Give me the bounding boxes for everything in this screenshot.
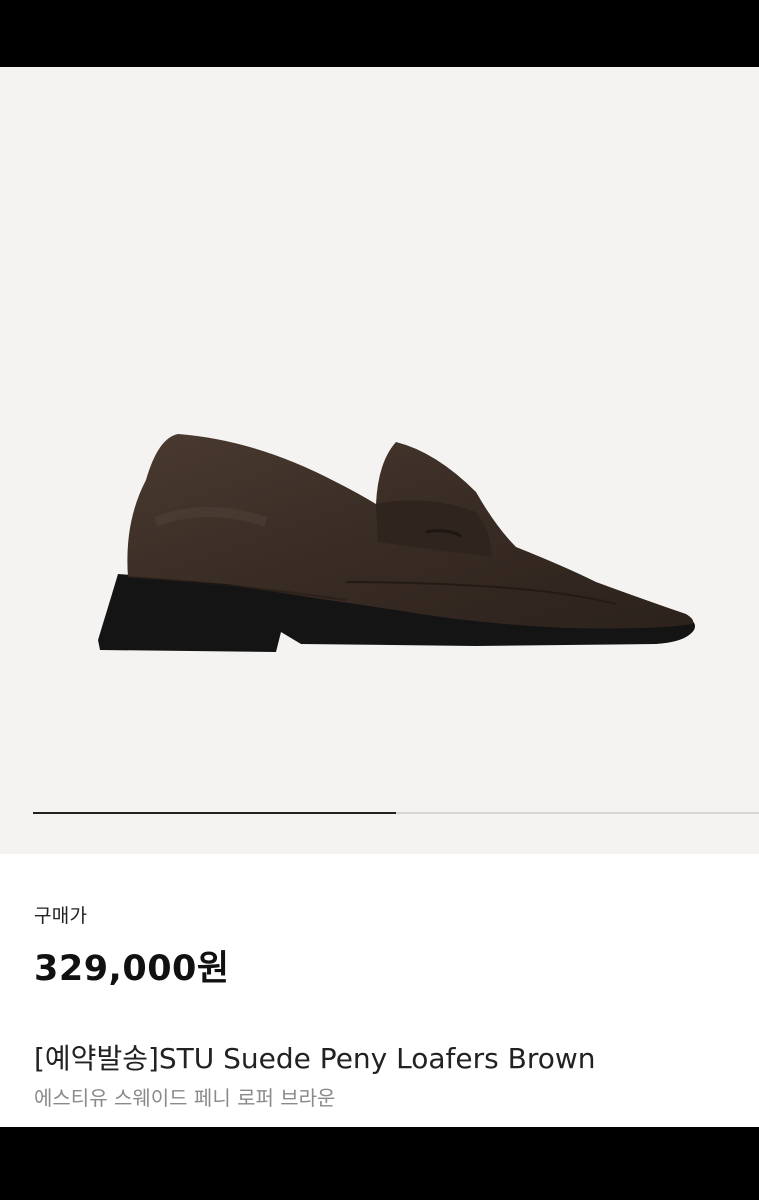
carousel-progress-indicator — [33, 812, 396, 814]
top-black-bar — [0, 0, 759, 67]
product-image-carousel[interactable] — [0, 67, 759, 854]
carousel-progress-track — [33, 812, 759, 814]
price-label: 구매가 — [34, 905, 88, 927]
bottom-black-bar — [0, 1127, 759, 1200]
product-subtitle: 에스티유 스웨이드 페니 로퍼 브라운 — [34, 1086, 336, 1110]
price-value: 329,000원 — [34, 949, 230, 989]
product-detail-screen: 구매가 329,000원 [예약발송]STU Suede Peny Loafer… — [0, 67, 759, 1127]
loafer-shoe-image — [98, 434, 695, 652]
product-title: [예약발송]STU Suede Peny Loafers Brown — [34, 1042, 596, 1075]
product-info: 구매가 329,000원 [예약발송]STU Suede Peny Loafer… — [0, 854, 759, 1127]
